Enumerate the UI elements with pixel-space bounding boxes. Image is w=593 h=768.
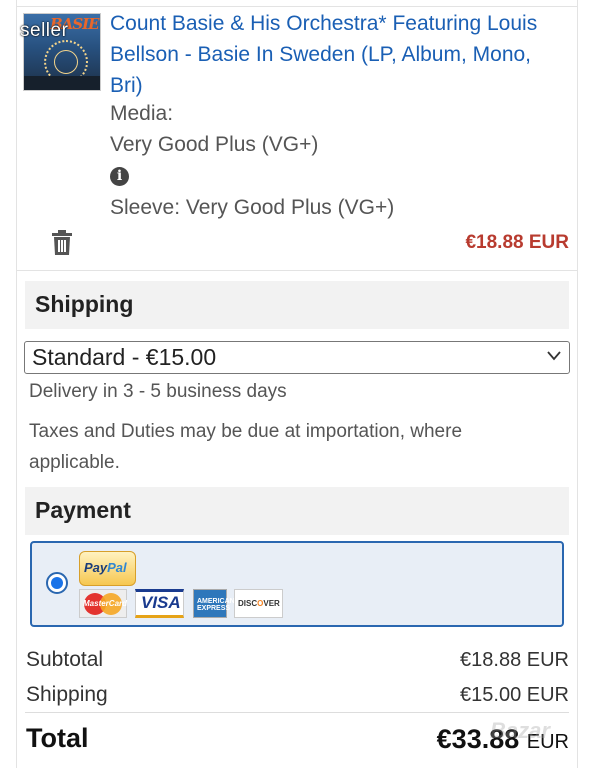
item-price: €18.88 EUR xyxy=(465,232,569,253)
paypal-logo: PayPal xyxy=(79,551,136,586)
divider xyxy=(16,270,578,271)
item-title-link[interactable]: Count Basie & His Orchestra* Featuring L… xyxy=(110,8,560,101)
sleeve-condition: Sleeve: Very Good Plus (VG+) xyxy=(110,196,395,219)
discover-logo: DISCOVER xyxy=(234,589,283,618)
subtotal-label: Subtotal xyxy=(26,648,104,671)
payment-section-header: Payment xyxy=(25,487,569,535)
shipping-selected-option: Standard - €15.00 xyxy=(32,344,217,370)
payment-radio-selected[interactable] xyxy=(46,572,68,594)
delivery-estimate: Delivery in 3 - 5 business days xyxy=(29,381,287,402)
shipping-heading: Shipping xyxy=(35,291,134,317)
shipping-section-header: Shipping xyxy=(25,281,569,329)
amex-logo: AMERICAN EXPRESS xyxy=(193,589,235,618)
visa-logo: VISA xyxy=(135,589,184,618)
shipping-total-value: €15.00 EUR xyxy=(460,684,569,706)
site-watermark: Bazar xyxy=(490,718,550,743)
shipping-method-select[interactable]: Standard - €15.00 xyxy=(24,341,570,374)
seller-watermark: seller xyxy=(20,20,69,41)
media-condition: Very Good Plus (VG+) xyxy=(110,133,319,156)
subtotal-value: €18.88 EUR xyxy=(460,649,569,671)
info-icon[interactable]: i xyxy=(110,167,129,186)
divider xyxy=(25,712,569,713)
trash-icon[interactable] xyxy=(51,230,73,255)
taxes-note: Taxes and Duties may be due at importati… xyxy=(29,421,463,473)
total-label: Total xyxy=(26,723,89,753)
mastercard-logo: MasterCard xyxy=(79,589,127,618)
shipping-total-label: Shipping xyxy=(26,683,108,706)
payment-heading: Payment xyxy=(35,497,131,523)
media-label: Media: xyxy=(110,102,174,125)
divider xyxy=(16,6,578,7)
chevron-down-icon xyxy=(547,351,561,361)
